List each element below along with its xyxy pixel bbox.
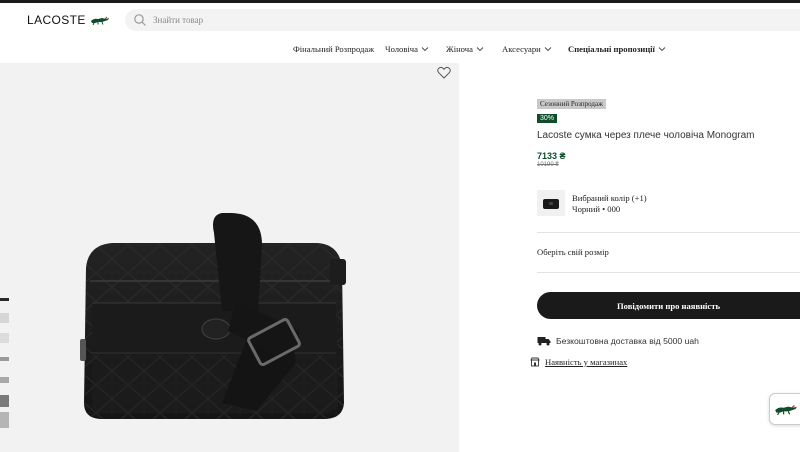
discount-badge: 30% bbox=[537, 114, 558, 123]
crocodile-icon bbox=[775, 404, 797, 415]
product-title: Lacoste сумка через плече чоловіча Monog… bbox=[537, 130, 755, 141]
old-price: 10190 ₴ bbox=[537, 162, 559, 168]
crocodile-icon bbox=[90, 16, 109, 25]
delivery-text: Безкоштовна доставка від 5000 uah bbox=[556, 336, 699, 346]
main-nav: Фінальний Розпродаж Чоловіча Жіноча Аксе… bbox=[0, 44, 800, 58]
nav-item-label: Жіноча bbox=[446, 44, 473, 54]
search-bar[interactable] bbox=[125, 9, 800, 31]
nav-item-special-offers[interactable]: Спеціальні пропозиції bbox=[568, 44, 666, 54]
current-price: 7133 ₴ bbox=[537, 151, 566, 161]
sale-badge: Сезонний Розпродаж bbox=[537, 99, 606, 109]
floating-brand-button[interactable] bbox=[769, 393, 800, 425]
logo-text: LACOSTE bbox=[27, 13, 86, 27]
thumbnail[interactable] bbox=[0, 357, 9, 361]
truck-icon bbox=[537, 337, 551, 346]
notify-availability-button[interactable]: Повідомити про наявність bbox=[537, 292, 800, 319]
size-selector[interactable]: Оберіть свій розмір bbox=[537, 247, 609, 257]
store-availability[interactable]: Наявність у магазинах bbox=[530, 357, 627, 367]
nav-item-label: Чоловіча bbox=[385, 44, 418, 54]
thumbnail[interactable] bbox=[0, 298, 9, 301]
bag-thumbnail-icon bbox=[543, 199, 559, 209]
nav-item-label: Аксесуари bbox=[502, 44, 541, 54]
nav-item-label: Спеціальні пропозиції bbox=[568, 44, 655, 54]
site-header: LACOSTE bbox=[0, 3, 800, 37]
thumbnail[interactable] bbox=[0, 412, 9, 428]
nav-item-final-sale[interactable]: Фінальний Розпродаж bbox=[293, 44, 374, 54]
selected-color-label[interactable]: Вибраний колір (+1) bbox=[572, 193, 647, 203]
divider bbox=[537, 232, 800, 233]
thumbnail[interactable] bbox=[0, 377, 9, 383]
selected-color-value: Чорний • 000 bbox=[572, 204, 621, 214]
product-gallery[interactable] bbox=[0, 63, 459, 452]
product-image bbox=[80, 213, 346, 419]
nav-item-accessories[interactable]: Аксесуари bbox=[502, 44, 552, 54]
search-icon bbox=[134, 14, 146, 26]
nav-item-men[interactable]: Чоловіча bbox=[385, 44, 429, 54]
store-icon bbox=[530, 357, 540, 367]
color-swatch[interactable] bbox=[537, 190, 565, 216]
store-availability-link[interactable]: Наявність у магазинах bbox=[545, 357, 627, 367]
thumbnail[interactable] bbox=[0, 313, 9, 323]
heart-icon[interactable] bbox=[437, 66, 451, 79]
thumbnail[interactable] bbox=[0, 395, 9, 407]
chevron-down-icon bbox=[476, 47, 484, 52]
thumbnail[interactable] bbox=[0, 333, 9, 343]
chevron-down-icon bbox=[658, 47, 666, 52]
nav-item-women[interactable]: Жіноча bbox=[446, 44, 484, 54]
search-input[interactable] bbox=[153, 15, 553, 25]
chevron-down-icon bbox=[544, 47, 552, 52]
chevron-down-icon bbox=[421, 47, 429, 52]
nav-item-label: Фінальний Розпродаж bbox=[293, 44, 375, 54]
divider bbox=[537, 272, 800, 273]
delivery-info: Безкоштовна доставка від 5000 uah bbox=[537, 336, 699, 346]
brand-logo[interactable]: LACOSTE bbox=[27, 13, 110, 27]
